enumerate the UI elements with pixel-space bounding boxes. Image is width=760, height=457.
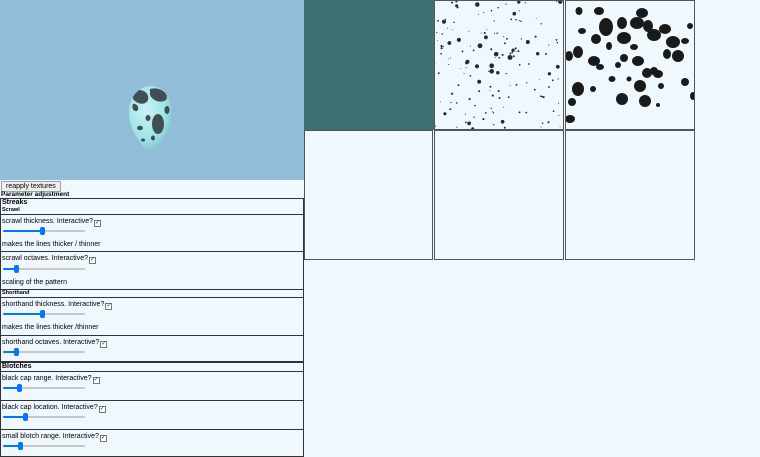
param-scrawl-octaves: scrawl octaves. Interactive? ✓ scaling of… (1, 251, 303, 289)
scrawl-octaves-slider[interactable] (3, 265, 85, 273)
blotch-pattern (566, 7, 694, 123)
black-cap-range-slider[interactable] (3, 384, 85, 392)
param-description: makes the lines thicker / thinner (2, 241, 101, 248)
texture-tile-base-color (304, 0, 434, 130)
blotches-group: Blotches black cap range. Interactive? ✓ … (0, 362, 304, 457)
slider-thumb (13, 265, 19, 273)
texture-tile-empty-3 (565, 130, 695, 260)
section-title-blotches: Blotches (2, 363, 32, 370)
param-small-blotch-range: small blotch range. Interactive? ✓ (1, 429, 303, 457)
texture-tile-speckles (434, 0, 564, 130)
slider-thumb (16, 384, 22, 392)
texture-tile-empty-2 (434, 130, 564, 260)
param-black-cap-location: black cap location. Interactive? ✓ (1, 400, 303, 429)
slider-thumb (23, 413, 29, 421)
param-scrawl-thickness: scrawl thickness. Interactive? ✓ makes th… (1, 215, 303, 251)
checkbox-checked-icon[interactable]: ✓ (105, 303, 113, 310)
checkbox-checked-icon[interactable]: ✓ (98, 406, 106, 413)
param-shorthand-octaves: shorthand octaves. Interactive? ✓ (1, 335, 303, 362)
param-label: black cap range. Interactive? (2, 375, 92, 382)
shorthand-thickness-slider[interactable] (3, 310, 85, 318)
egg-model-render (129, 86, 172, 153)
slider-thumb (39, 227, 45, 235)
parameter-panel: reapply textures Parameter adjustment St… (0, 180, 304, 457)
param-description: makes the lines thicker /thinner (2, 324, 99, 331)
streaks-group: Streaks Scrawl scrawl thickness. Interac… (0, 198, 304, 362)
checkbox-checked-icon[interactable]: ✓ (100, 341, 108, 348)
speckle-pattern (435, 1, 563, 129)
checkbox-checked-icon[interactable]: ✓ (94, 220, 102, 227)
shorthand-group: shorthand thickness. Interactive? ✓ makes… (0, 297, 304, 362)
blotches-params: black cap range. Interactive? ✓ black cap… (0, 371, 304, 457)
subsection-title-scrawl: Scrawl (2, 207, 20, 213)
black-cap-location-slider[interactable] (3, 413, 85, 421)
shorthand-octaves-slider[interactable] (3, 348, 85, 356)
checkbox-checked-icon[interactable]: ✓ (92, 377, 100, 384)
subsection-title-shorthand: Shorthand (2, 290, 30, 296)
scrawl-thickness-slider[interactable] (3, 227, 85, 235)
scrawl-group: scrawl thickness. Interactive? ✓ makes th… (0, 214, 304, 290)
texture-tile-empty-1 (304, 130, 433, 260)
checkbox-checked-icon[interactable]: ✓ (88, 257, 96, 264)
checkbox-checked-icon[interactable]: ✓ (99, 435, 107, 442)
slider-thumb (13, 348, 19, 356)
slider-thumb (39, 310, 45, 318)
small-blotch-range-slider[interactable] (3, 442, 85, 450)
param-label: scrawl thickness. Interactive? (2, 218, 94, 225)
param-label: black cap location. Interactive? (2, 404, 98, 411)
param-label: shorthand octaves. Interactive? (2, 339, 100, 346)
slider-thumb (18, 442, 24, 450)
param-label: small blotch range. Interactive? (2, 433, 99, 440)
param-black-cap-range: black cap range. Interactive? ✓ (1, 372, 303, 400)
egg-viewport[interactable] (0, 0, 305, 180)
texture-tile-blotches (565, 0, 695, 130)
param-description: scaling of the pattern (2, 279, 67, 286)
param-shorthand-thickness: shorthand thickness. Interactive? ✓ makes… (1, 298, 303, 335)
param-label: shorthand thickness. Interactive? (2, 301, 105, 308)
section-title-streaks: Streaks (2, 199, 28, 206)
param-label: scrawl octaves. Interactive? (2, 255, 88, 262)
